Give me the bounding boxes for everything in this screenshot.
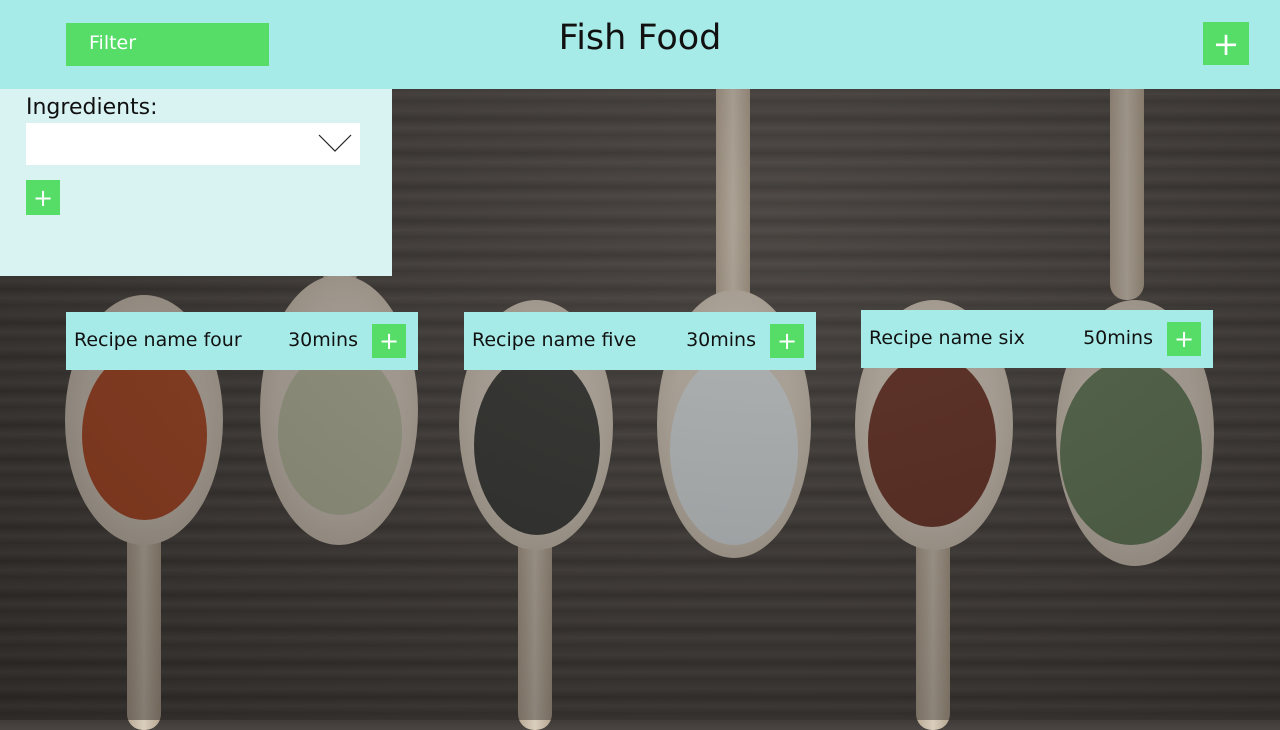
page-title: Fish Food	[558, 18, 722, 58]
plus-icon: +	[32, 183, 54, 212]
ingredients-label: Ingredients:	[26, 95, 158, 120]
recipe-card[interactable]: Recipe name five 30mins +	[464, 312, 816, 370]
recipe-time: 30mins	[686, 329, 756, 351]
recipe-time: 50mins	[1083, 327, 1153, 349]
recipe-name: Recipe name six	[869, 327, 1025, 349]
recipe-card[interactable]: Recipe name six 50mins +	[861, 310, 1213, 368]
add-recipe-five-button[interactable]: +	[770, 324, 804, 358]
plus-icon: +	[1173, 325, 1195, 353]
header-bar: Filter Fish Food +	[0, 0, 1280, 89]
add-ingredient-button[interactable]: +	[26, 180, 60, 215]
chevron-down-icon	[318, 134, 352, 152]
recipe-time: 30mins	[288, 329, 358, 351]
plus-icon: +	[1212, 24, 1240, 63]
add-recipe-button[interactable]: +	[1203, 22, 1249, 65]
ingredients-select[interactable]	[26, 123, 360, 165]
plus-icon: +	[776, 327, 798, 355]
filter-panel: Ingredients: +	[0, 89, 392, 276]
plus-icon: +	[378, 327, 400, 355]
recipe-name: Recipe name four	[74, 329, 242, 351]
recipe-card[interactable]: Recipe name four 30mins +	[66, 312, 418, 370]
recipe-name: Recipe name five	[472, 329, 637, 351]
add-recipe-six-button[interactable]: +	[1167, 322, 1201, 356]
add-recipe-four-button[interactable]: +	[372, 324, 406, 358]
